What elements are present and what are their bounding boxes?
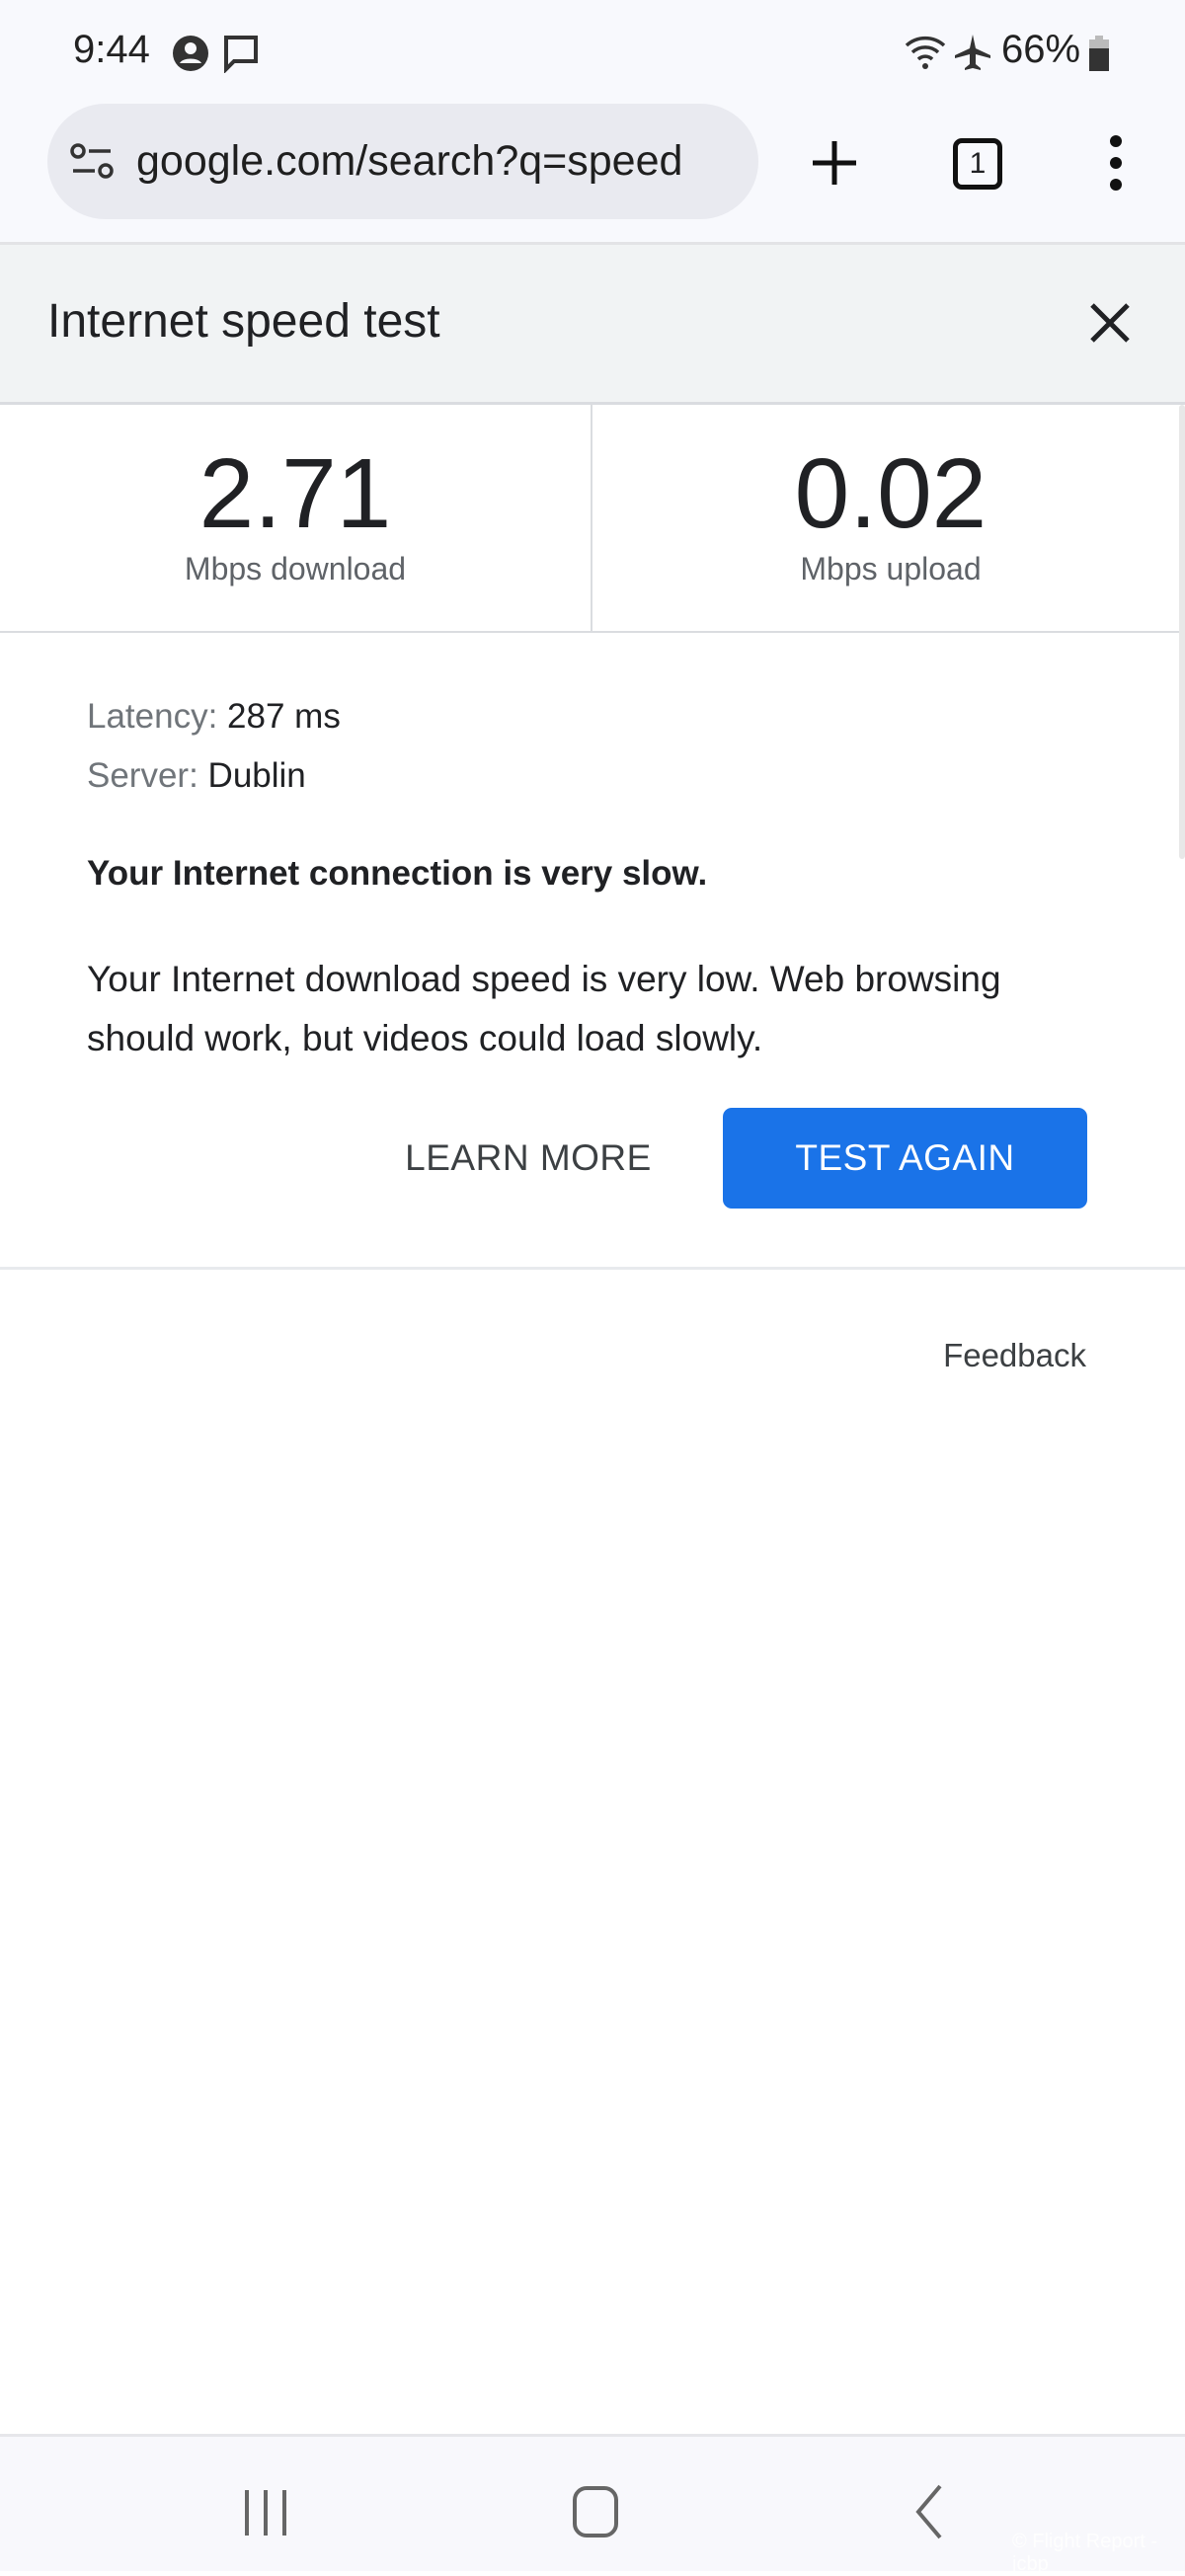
- wifi-icon: [905, 36, 946, 69]
- speed-results: 2.71 Mbps download 0.02 Mbps upload: [0, 405, 1185, 633]
- server-row: Server: Dublin: [87, 756, 306, 796]
- back-icon[interactable]: [910, 2484, 946, 2539]
- battery-icon: [1089, 36, 1109, 71]
- watermark: © Flight Report - jcbp: [1012, 2531, 1158, 2575]
- clock: 9:44: [73, 28, 150, 71]
- close-icon[interactable]: [1088, 301, 1132, 345]
- url-text[interactable]: google.com/search?q=speed: [136, 137, 682, 186]
- home-icon[interactable]: [571, 2484, 620, 2539]
- server-value: Dublin: [207, 756, 306, 795]
- battery-percent: 66%: [1001, 28, 1081, 71]
- account-circle-icon: [173, 36, 208, 71]
- verdict-text: Your Internet connection is very slow.: [87, 854, 708, 893]
- download-unit: Mbps download: [184, 551, 407, 586]
- more-options-icon[interactable]: [1102, 133, 1130, 193]
- system-nav-bar: © Flight Report - jcbp: [0, 2434, 1185, 2575]
- new-tab-icon[interactable]: [810, 138, 859, 188]
- download-value: 2.71: [198, 438, 392, 549]
- server-label: Server:: [87, 756, 198, 795]
- site-settings-icon[interactable]: [69, 141, 115, 183]
- upload-result: 0.02 Mbps upload: [594, 405, 1185, 631]
- airplane-icon: [955, 35, 990, 70]
- message-icon: [224, 36, 258, 73]
- upload-value: 0.02: [794, 438, 988, 549]
- panel-title: Internet speed test: [47, 295, 440, 348]
- divider: [0, 1267, 1185, 1270]
- recent-apps-icon[interactable]: [241, 2488, 290, 2537]
- panel-header: Internet speed test: [0, 245, 1185, 405]
- description-text: Your Internet download speed is very low…: [87, 959, 1001, 1058]
- feedback-link[interactable]: Feedback: [943, 1337, 1086, 1374]
- tab-switcher-button[interactable]: 1: [953, 138, 1002, 190]
- status-bar: 9:44 66%: [0, 0, 1185, 94]
- download-result: 2.71 Mbps download: [0, 405, 592, 631]
- scrollbar[interactable]: [1179, 405, 1185, 859]
- latency-label: Latency:: [87, 697, 218, 736]
- browser-toolbar: google.com/search?q=speed 1: [0, 94, 1185, 245]
- latency-row: Latency: 287 ms: [87, 697, 341, 737]
- test-again-button[interactable]: TEST AGAIN: [723, 1108, 1087, 1209]
- latency-value: 287 ms: [227, 697, 341, 736]
- learn-more-button[interactable]: LEARN MORE: [375, 1108, 681, 1209]
- upload-unit: Mbps upload: [800, 551, 982, 586]
- address-bar[interactable]: google.com/search?q=speed: [47, 104, 758, 219]
